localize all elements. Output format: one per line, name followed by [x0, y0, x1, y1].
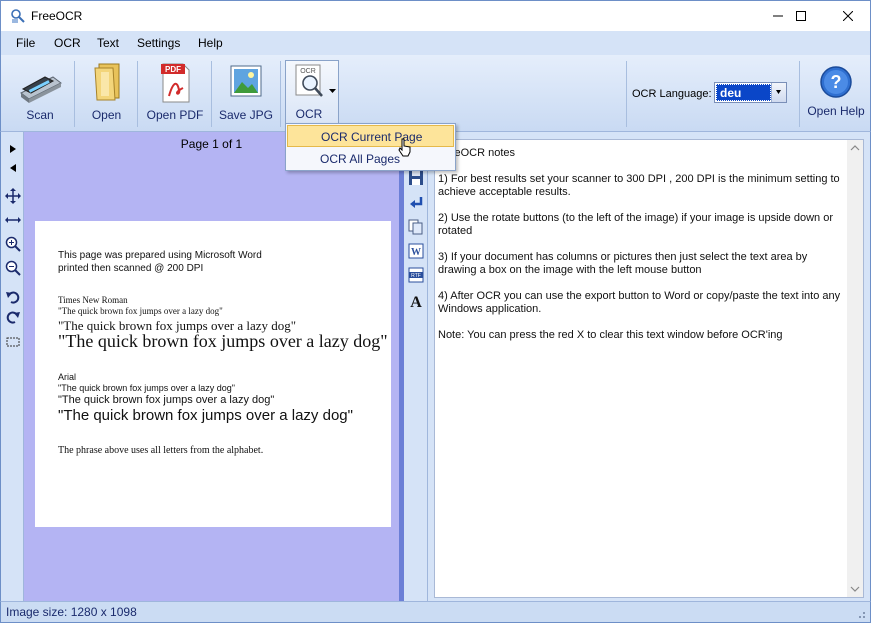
scan-button[interactable]: Scan	[9, 60, 71, 128]
toolbar-separator	[799, 61, 800, 127]
text-tools-strip: W RTF A	[404, 132, 428, 601]
svg-text:W: W	[411, 247, 421, 258]
ocr-button[interactable]: OCR OCR	[285, 60, 339, 128]
doc-text-line: "The quick brown fox jumps over a lazy d…	[58, 331, 388, 351]
toolbar-separator	[74, 61, 75, 127]
next-page-icon[interactable]	[5, 141, 21, 157]
open-pdf-button[interactable]: PDF Open PDF	[142, 60, 208, 128]
status-bar: Image size: 1280 x 1098	[0, 601, 871, 623]
toolbar-separator	[626, 61, 627, 127]
open-help-label: Open Help	[807, 104, 865, 118]
select-area-icon[interactable]	[5, 334, 21, 350]
rotate-right-icon[interactable]	[5, 309, 21, 325]
help-icon: ?	[820, 66, 852, 98]
maximize-icon	[796, 11, 806, 21]
previous-page-icon[interactable]	[5, 160, 21, 176]
svg-text:RTF: RTF	[411, 273, 421, 279]
text-scrollbar[interactable]	[847, 140, 863, 597]
note-line: 1) For best results set your scanner to …	[438, 173, 840, 198]
menu-ocr[interactable]: OCR	[54, 36, 81, 50]
resize-grip-icon[interactable]	[856, 609, 866, 619]
doc-text-line: printed then scanned @ 200 DPI	[58, 263, 204, 274]
open-help-button[interactable]: ? Open Help	[804, 60, 868, 128]
save-icon[interactable]	[408, 170, 424, 186]
maximize-button[interactable]	[778, 1, 824, 31]
note-line: 4) After OCR you can use the export butt…	[438, 290, 841, 315]
export-word-icon[interactable]: W	[408, 243, 424, 259]
pdf-icon: PDF	[161, 63, 190, 103]
mouse-cursor-icon	[398, 138, 411, 157]
zoom-out-icon[interactable]	[5, 260, 21, 276]
ocr-language-value: deu	[716, 84, 771, 101]
ocr-magnifier-icon: OCR	[295, 64, 323, 97]
doc-text-line: Times New Roman	[58, 295, 128, 305]
ocr-all-pages-item[interactable]: OCR All Pages	[287, 148, 454, 170]
note-line: Note: You can press the red X to clear t…	[438, 329, 783, 341]
image-size-status: Image size: 1280 x 1098	[6, 605, 137, 619]
rotate-left-icon[interactable]	[5, 289, 21, 305]
window-title: FreeOCR	[31, 9, 83, 23]
app-icon	[11, 9, 25, 23]
scroll-down-icon[interactable]	[850, 585, 860, 593]
insert-return-icon[interactable]	[408, 195, 424, 211]
scan-label: Scan	[26, 108, 54, 122]
doc-text-line: "The quick brown fox jumps over a lazy d…	[58, 383, 235, 393]
ocr-current-page-item[interactable]: OCR Current Page	[287, 125, 454, 147]
doc-text-line: The phrase above uses all letters from t…	[58, 445, 264, 456]
ocr-text-pane: FreeOCR notes 1) For best results set yo…	[428, 132, 871, 601]
save-jpg-button[interactable]: Save JPG	[216, 60, 276, 128]
doc-text-line: "The quick brown fox jumps over a lazy d…	[58, 394, 275, 406]
export-rtf-icon[interactable]: RTF	[408, 267, 424, 283]
title-bar: FreeOCR	[0, 0, 871, 31]
ocr-language-select[interactable]: deu	[714, 82, 787, 103]
open-label: Open	[91, 108, 122, 122]
save-jpg-label: Save JPG	[218, 108, 274, 122]
pdf-badge-text: PDF	[165, 65, 181, 74]
zoom-in-icon[interactable]	[5, 236, 21, 252]
close-icon	[843, 11, 853, 21]
image-icon	[230, 65, 262, 97]
scanned-document[interactable]: This page was prepared using Microsoft W…	[35, 221, 391, 527]
note-line: 2) Use the rotate buttons (to the left o…	[438, 212, 833, 237]
svg-text:?: ?	[831, 72, 842, 92]
ocr-text-area[interactable]: FreeOCR notes 1) For best results set yo…	[434, 139, 864, 598]
toolbar: Scan Open PDF Open PDF Save JPG OCR OCR …	[0, 55, 871, 132]
doc-text-line: This page was prepared using Microsoft W…	[58, 250, 262, 261]
menu-help[interactable]: Help	[198, 36, 223, 50]
copy-icon[interactable]	[408, 219, 424, 235]
note-line: FreeOCR notes	[438, 147, 516, 159]
open-pdf-label: Open PDF	[146, 108, 204, 122]
chevron-down-icon	[776, 90, 781, 94]
fit-width-icon[interactable]	[5, 212, 21, 228]
toolbar-separator	[211, 61, 212, 127]
image-pane[interactable]: Page 1 of 1 This page was prepared using…	[24, 132, 399, 601]
ocr-label: OCR	[295, 107, 323, 121]
move-icon[interactable]	[5, 188, 21, 204]
chevron-down-icon[interactable]	[329, 89, 336, 94]
toolbar-separator	[137, 61, 138, 127]
doc-text-line: "The quick brown fox jumps over a lazy d…	[58, 306, 223, 316]
scanner-icon	[20, 76, 62, 103]
doc-text-line: "The quick brown fox jumps over a lazy d…	[58, 407, 353, 424]
dropdown-arrow[interactable]	[771, 83, 786, 102]
menu-bar: File OCR Text Settings Help	[0, 31, 871, 55]
menu-file[interactable]: File	[16, 36, 35, 50]
menu-settings[interactable]: Settings	[137, 36, 180, 50]
ocr-language-label: OCR Language:	[632, 88, 712, 100]
ocr-dropdown-menu: OCR Current Page OCR All Pages	[285, 123, 456, 171]
scroll-up-icon[interactable]	[850, 144, 860, 152]
menu-text[interactable]: Text	[97, 36, 119, 50]
doc-text-line: Arial	[58, 372, 77, 382]
open-button[interactable]: Open	[79, 60, 134, 128]
font-icon[interactable]: A	[408, 293, 424, 309]
svg-text:A: A	[410, 294, 422, 309]
ocr-badge-text: OCR	[300, 68, 316, 75]
close-button[interactable]	[825, 1, 871, 31]
folder-icon	[93, 63, 119, 101]
note-line: 3) If your document has columns or pictu…	[438, 251, 808, 276]
image-tools-strip	[0, 132, 24, 601]
